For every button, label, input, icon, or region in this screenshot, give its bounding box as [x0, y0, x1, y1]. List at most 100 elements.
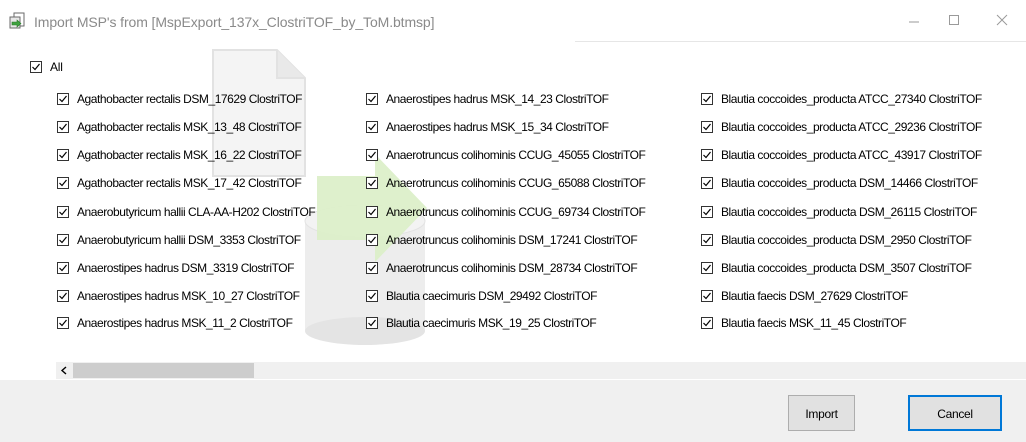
close-button[interactable] [982, 6, 1022, 36]
check-icon [368, 236, 376, 244]
check-icon [368, 319, 376, 327]
dialog-footer [0, 380, 1026, 442]
check-icon [59, 151, 67, 159]
scroll-thumb[interactable] [73, 363, 254, 378]
checkbox[interactable] [57, 177, 69, 189]
close-icon [996, 14, 1008, 26]
msp-label: Blautia coccoides_producta ATCC_43917 Cl… [721, 148, 982, 162]
check-icon [703, 179, 711, 187]
check-icon [368, 264, 376, 272]
checkbox[interactable] [366, 149, 378, 161]
checkbox[interactable] [701, 206, 713, 218]
checkbox[interactable] [57, 262, 69, 274]
check-icon [32, 63, 40, 71]
check-icon [368, 151, 376, 159]
check-icon [59, 319, 67, 327]
msp-label: Agathobacter rectalis MSK_17_42 ClostriT… [77, 176, 302, 190]
msp-label: Agathobacter rectalis MSK_16_22 ClostriT… [77, 148, 302, 162]
check-icon [59, 292, 67, 300]
check-icon [368, 208, 376, 216]
check-icon [368, 179, 376, 187]
msp-label: Anaerostipes hadrus MSK_14_23 ClostriTOF [386, 92, 609, 106]
checkbox[interactable] [366, 206, 378, 218]
check-icon [368, 292, 376, 300]
import-button[interactable]: Import [788, 395, 855, 431]
msp-label: Blautia coccoides_producta DSM_3507 Clos… [721, 261, 972, 275]
msp-label: Anaerostipes hadrus MSK_10_27 ClostriTOF [77, 289, 300, 303]
check-icon [703, 95, 711, 103]
checkbox[interactable] [57, 317, 69, 329]
msp-label: Anaerobutyricum hallii DSM_3353 ClostriT… [77, 233, 301, 247]
msp-label: Blautia faecis DSM_27629 ClostriTOF [721, 289, 908, 303]
checkbox[interactable] [701, 93, 713, 105]
horizontal-scrollbar[interactable] [56, 362, 1026, 379]
msp-label: Anaerostipes hadrus MSK_11_2 ClostriTOF [77, 316, 293, 330]
msp-label: Anaerotruncus colihominis CCUG_65088 Clo… [386, 176, 646, 190]
checkbox[interactable] [57, 290, 69, 302]
check-icon [59, 179, 67, 187]
msp-label: Anaerostipes hadrus DSM_3319 ClostriTOF [77, 261, 295, 275]
minimize-button[interactable] [894, 6, 934, 36]
msp-label: Blautia coccoides_producta DSM_26115 Clo… [721, 205, 977, 219]
check-icon [59, 264, 67, 272]
check-icon [703, 236, 711, 244]
checkbox[interactable] [366, 93, 378, 105]
checkbox[interactable] [701, 177, 713, 189]
title-bar[interactable]: Import MSP's from [MspExport_137x_Clostr… [0, 0, 1026, 44]
scroll-left-button[interactable] [56, 362, 73, 379]
checkbox[interactable] [366, 234, 378, 246]
maximize-button[interactable] [934, 6, 974, 36]
title-divider [575, 41, 1026, 42]
msp-label: Blautia caecimuris DSM_29492 ClostriTOF [386, 289, 597, 303]
check-icon [703, 264, 711, 272]
msp-label: Blautia caecimuris MSK_19_25 ClostriTOF [386, 316, 597, 330]
check-icon [703, 151, 711, 159]
checkbox[interactable] [366, 317, 378, 329]
checkbox[interactable] [701, 149, 713, 161]
window-title: Import MSP's from [MspExport_137x_Clostr… [34, 14, 435, 30]
msp-label: Anaerotruncus colihominis DSM_17241 Clos… [386, 233, 638, 247]
checkbox[interactable] [366, 290, 378, 302]
checkbox[interactable] [366, 121, 378, 133]
msp-label: Blautia coccoides_producta DSM_2950 Clos… [721, 233, 972, 247]
minimize-icon [909, 21, 919, 23]
check-icon [59, 236, 67, 244]
maximize-icon [949, 15, 959, 25]
checkbox[interactable] [701, 262, 713, 274]
all-checkbox-box[interactable] [30, 61, 42, 73]
check-icon [703, 292, 711, 300]
import-app-icon [8, 11, 28, 31]
all-checkbox-label: All [50, 60, 63, 74]
msp-label: Blautia coccoides_producta ATCC_27340 Cl… [721, 92, 982, 106]
check-icon [368, 123, 376, 131]
msp-label: Anaerotruncus colihominis CCUG_45055 Clo… [386, 148, 646, 162]
checkbox[interactable] [57, 234, 69, 246]
msp-label: Anaerotruncus colihominis CCUG_69734 Clo… [386, 205, 646, 219]
msp-label: Anaerobutyricum hallii CLA-AA-H202 Clost… [77, 205, 316, 219]
check-icon [59, 95, 67, 103]
checkbox[interactable] [701, 290, 713, 302]
checkbox[interactable] [701, 317, 713, 329]
msp-label: Blautia faecis MSK_11_45 ClostriTOF [721, 316, 907, 330]
msp-label: Anaerostipes hadrus MSK_15_34 ClostriTOF [386, 120, 609, 134]
checkbox[interactable] [701, 121, 713, 133]
chevron-left-icon [60, 366, 67, 375]
checkbox[interactable] [366, 262, 378, 274]
check-icon [703, 208, 711, 216]
msp-label: Agathobacter rectalis DSM_17629 ClostriT… [77, 92, 302, 106]
check-icon [59, 208, 67, 216]
checkbox[interactable] [57, 93, 69, 105]
checkbox[interactable] [57, 206, 69, 218]
check-icon [368, 95, 376, 103]
cancel-button[interactable]: Cancel [908, 395, 1002, 431]
check-icon [703, 319, 711, 327]
checkbox[interactable] [366, 177, 378, 189]
checkbox[interactable] [57, 121, 69, 133]
check-icon [703, 123, 711, 131]
check-icon [59, 123, 67, 131]
checkbox[interactable] [701, 234, 713, 246]
msp-label: Blautia coccoides_producta DSM_14466 Clo… [721, 176, 978, 190]
msp-label: Anaerotruncus colihominis DSM_28734 Clos… [386, 261, 638, 275]
checkbox[interactable] [57, 149, 69, 161]
msp-label: Agathobacter rectalis MSK_13_48 ClostriT… [77, 120, 302, 134]
